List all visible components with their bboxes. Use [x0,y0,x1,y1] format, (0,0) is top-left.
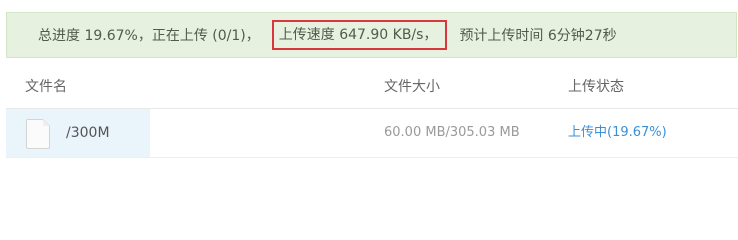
overall-progress-text: 总进度 19.67%，正在上传 (0/1)， [38,28,260,44]
upload-status-link[interactable]: 上传中(19.67%) [568,109,667,157]
upload-file-table: 文件名 文件大小 上传状态 /300M 60.00 MB/305.03 MB 上… [6,66,738,158]
file-size: 60.00 MB/305.03 MB [384,125,520,140]
column-header-upload-status[interactable]: 上传状态 [568,66,624,108]
table-row[interactable]: /300M 60.00 MB/305.03 MB 上传中(19.67%) [6,109,738,158]
upload-progress-banner: 总进度 19.67%，正在上传 (0/1)， 上传速度 647.90 KB/s，… [6,12,737,58]
table-header: 文件名 文件大小 上传状态 [6,66,738,109]
column-header-filename[interactable]: 文件名 [25,66,67,108]
upload-speed-text: 上传速度 647.90 KB/s， [271,20,448,50]
estimated-time-text: 预计上传时间 6分钟27秒 [459,28,617,44]
file-icon [26,119,50,149]
file-name: /300M [66,125,110,141]
file-name-cell[interactable]: /300M [6,109,150,157]
column-header-filesize[interactable]: 文件大小 [384,66,440,108]
